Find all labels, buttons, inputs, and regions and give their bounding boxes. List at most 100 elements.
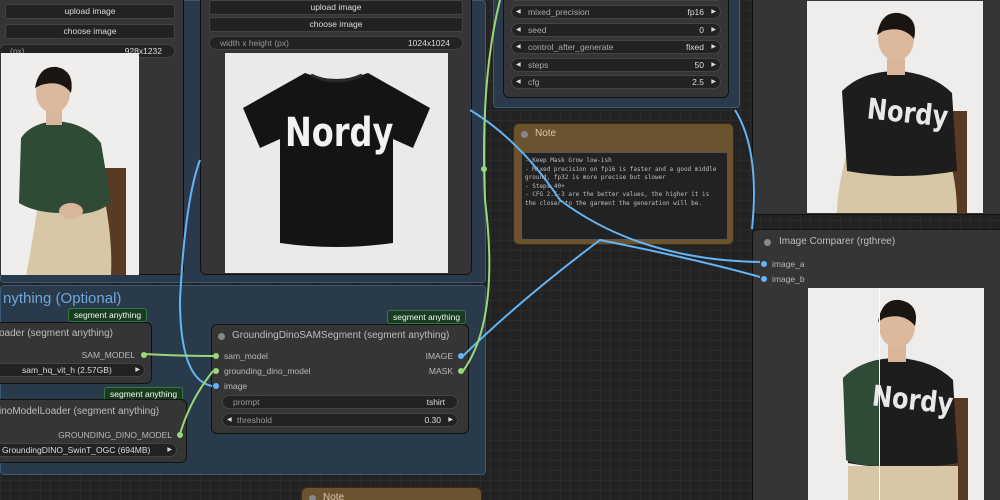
threshold-increase-icon[interactable]: ▶ bbox=[448, 414, 453, 426]
grounding-title: GroundingDinoSAMSegment (segment anythin… bbox=[232, 330, 450, 341]
sampler-row-value: 2.5 bbox=[692, 77, 704, 87]
sampler-row-value: 0 bbox=[699, 24, 704, 35]
sampler-row-cfg[interactable]: ◀ cfg 2.5 ▶ bbox=[511, 75, 721, 89]
sam-model-output-label: SAM_MODEL bbox=[81, 350, 135, 360]
note-textarea[interactable]: - Keep Mask Grow low-ish - Mixed precisio… bbox=[521, 152, 728, 240]
sampler-row-steps[interactable]: ◀ steps 50 ▶ bbox=[511, 57, 721, 72]
note-lines: - Keep Mask Grow low-ish - Mixed precisio… bbox=[525, 157, 724, 208]
sampler-row-control-after-generate[interactable]: ◀ control_after_generate fixed ▶ bbox=[511, 40, 721, 54]
dino-model-output-dot[interactable] bbox=[177, 432, 183, 438]
input-image-b-dot[interactable] bbox=[761, 276, 767, 282]
input-image-a-label: image_a bbox=[772, 259, 805, 269]
left-choose-button[interactable]: choose image bbox=[5, 24, 175, 39]
grounding-node[interactable]: GroundingDinoSAMSegment (segment anythin… bbox=[211, 324, 469, 434]
result-preview-node[interactable]: Nordy bbox=[752, 0, 1000, 215]
prompt-label: prompt bbox=[233, 397, 260, 407]
output-image-dot[interactable] bbox=[458, 353, 464, 359]
sampler-row-label: cfg bbox=[528, 77, 540, 87]
sam-model-output-dot[interactable] bbox=[141, 352, 147, 358]
sam-loader-node[interactable]: oader (segment anything) SAM_MODEL sam_h… bbox=[0, 322, 152, 384]
comparer-status-dot bbox=[764, 239, 771, 246]
sam-model-value: sam_hq_vit_h (2.57GB) bbox=[22, 365, 112, 375]
output-mask-label: MASK bbox=[428, 366, 453, 376]
wire-image-comparer-b bbox=[462, 238, 761, 357]
increase-icon[interactable]: ▶ bbox=[711, 76, 716, 88]
note-title: Note bbox=[535, 128, 557, 139]
sampler-row-label: seed bbox=[528, 24, 547, 35]
sampler-row-value: 50 bbox=[694, 59, 704, 70]
decrease-icon[interactable]: ◀ bbox=[516, 41, 521, 53]
threshold-decrease-icon[interactable]: ◀ bbox=[227, 414, 232, 426]
left-load-image-node[interactable]: upload image choose image (px) 928x1232 bbox=[0, 0, 184, 275]
input-image-b-label: image_b bbox=[772, 274, 805, 284]
mask-grow-field[interactable] bbox=[511, 0, 721, 1]
decrease-icon[interactable]: ◀ bbox=[516, 76, 521, 88]
dino-loader-node[interactable]: inoModelLoader (segment anything) GROUND… bbox=[0, 399, 187, 463]
threshold-stepper[interactable]: ◀ threshold 0.30 ▶ bbox=[222, 413, 458, 427]
center-tshirt-text: Nordy bbox=[285, 108, 394, 156]
sam-model-select[interactable]: sam_hq_vit_h (2.57GB) ▶ bbox=[0, 363, 145, 377]
input-sam-model-dot[interactable] bbox=[213, 353, 219, 359]
output-mask-dot[interactable] bbox=[458, 368, 464, 374]
input-image-label: image bbox=[224, 381, 248, 391]
dino-model-select[interactable]: GroundingDINO_SwinT_OGC (694MB) ▶ bbox=[0, 443, 177, 457]
center-upload-button[interactable]: upload image bbox=[209, 0, 463, 15]
black-tshirt-image bbox=[225, 53, 448, 273]
center-load-image-node[interactable]: upload image choose image width x height… bbox=[200, 0, 472, 275]
image-comparer-node[interactable]: Image Comparer (rgthree) image_a image_b… bbox=[752, 229, 1000, 500]
sampler-row-seed[interactable]: ◀ seed 0 ▶ bbox=[511, 22, 721, 37]
input-sam-model-label: sam_model bbox=[224, 351, 268, 361]
note-line: - Mixed precision on fp16 is faster and … bbox=[525, 165, 717, 173]
prompt-value: tshirt bbox=[426, 397, 445, 407]
result-photo: Nordy bbox=[807, 1, 983, 213]
note-line: the closer to the garment the generation… bbox=[525, 199, 703, 207]
input-grounding-dino-dot[interactable] bbox=[213, 368, 219, 374]
center-size-value: 1024x1024 bbox=[407, 38, 450, 48]
decrease-icon[interactable]: ◀ bbox=[516, 6, 521, 18]
increase-icon[interactable]: ▶ bbox=[711, 24, 716, 36]
threshold-label: threshold bbox=[237, 415, 272, 425]
increase-icon[interactable]: ▶ bbox=[711, 6, 716, 18]
sampler-row-value: fixed bbox=[686, 42, 704, 52]
center-size-label: width x height (px) bbox=[220, 38, 289, 48]
grounding-status-dot bbox=[218, 333, 225, 340]
note-line: ground, fp32 is more precise but slower bbox=[525, 174, 666, 181]
decrease-icon[interactable]: ◀ bbox=[516, 24, 521, 36]
man-green-sweater-image bbox=[1, 53, 139, 275]
dino-model-next-icon[interactable]: ▶ bbox=[167, 444, 172, 456]
left-model-photo bbox=[1, 53, 139, 275]
comparer-photo[interactable]: Nordy bbox=[808, 288, 984, 500]
note-node[interactable]: Note - Keep Mask Grow low-ish - Mixed pre… bbox=[513, 123, 734, 245]
dino-loader-title: inoModelLoader (segment anything) bbox=[0, 406, 160, 417]
input-image-a-dot[interactable] bbox=[761, 261, 767, 267]
comparer-divider-handle[interactable] bbox=[879, 288, 880, 500]
increase-icon[interactable]: ▶ bbox=[711, 59, 716, 71]
note-line: - Keep Mask Grow low-ish bbox=[525, 157, 612, 164]
note-bottom-status-dot bbox=[309, 495, 316, 500]
segment-group-title: nything (Optional) bbox=[3, 290, 122, 307]
decrease-icon[interactable]: ◀ bbox=[516, 59, 521, 71]
sampler-row-value: fp16 bbox=[687, 7, 704, 17]
increase-icon[interactable]: ▶ bbox=[711, 41, 716, 53]
sampler-node[interactable]: ◀ mixed_precision fp16 ▶ ◀ seed 0 ▶ ◀ control_aft… bbox=[503, 0, 729, 98]
note-line: - Steps 40+ bbox=[525, 182, 565, 190]
note-line: - CFG 2.5-3 are the better values, the h… bbox=[525, 191, 710, 198]
tshirt-photo: Nordy bbox=[225, 53, 448, 273]
prompt-field[interactable]: prompt tshirt bbox=[222, 395, 458, 409]
left-upload-button[interactable]: upload image bbox=[5, 4, 175, 19]
sam-loader-tag: segment anything bbox=[68, 308, 148, 322]
note-bottom-node[interactable]: Note bbox=[301, 487, 482, 500]
sampler-row-label: control_after_generate bbox=[528, 42, 614, 52]
sam-model-next-icon[interactable]: ▶ bbox=[135, 364, 140, 376]
dino-model-output-label: GROUNDING_DINO_MODEL bbox=[58, 430, 172, 440]
output-image-label: IMAGE bbox=[425, 351, 453, 361]
center-choose-button[interactable]: choose image bbox=[209, 17, 463, 32]
sampler-row-label: mixed_precision bbox=[528, 7, 590, 17]
sampler-row-label: steps bbox=[528, 59, 549, 70]
comparer-title: Image Comparer (rgthree) bbox=[779, 236, 896, 247]
note-bottom-title: Note bbox=[323, 492, 345, 500]
sampler-row-mixed-precision[interactable]: ◀ mixed_precision fp16 ▶ bbox=[511, 5, 721, 19]
input-image-dot[interactable] bbox=[213, 383, 219, 389]
center-size-field: width x height (px) 1024x1024 bbox=[209, 36, 463, 50]
note-status-dot bbox=[521, 131, 528, 138]
